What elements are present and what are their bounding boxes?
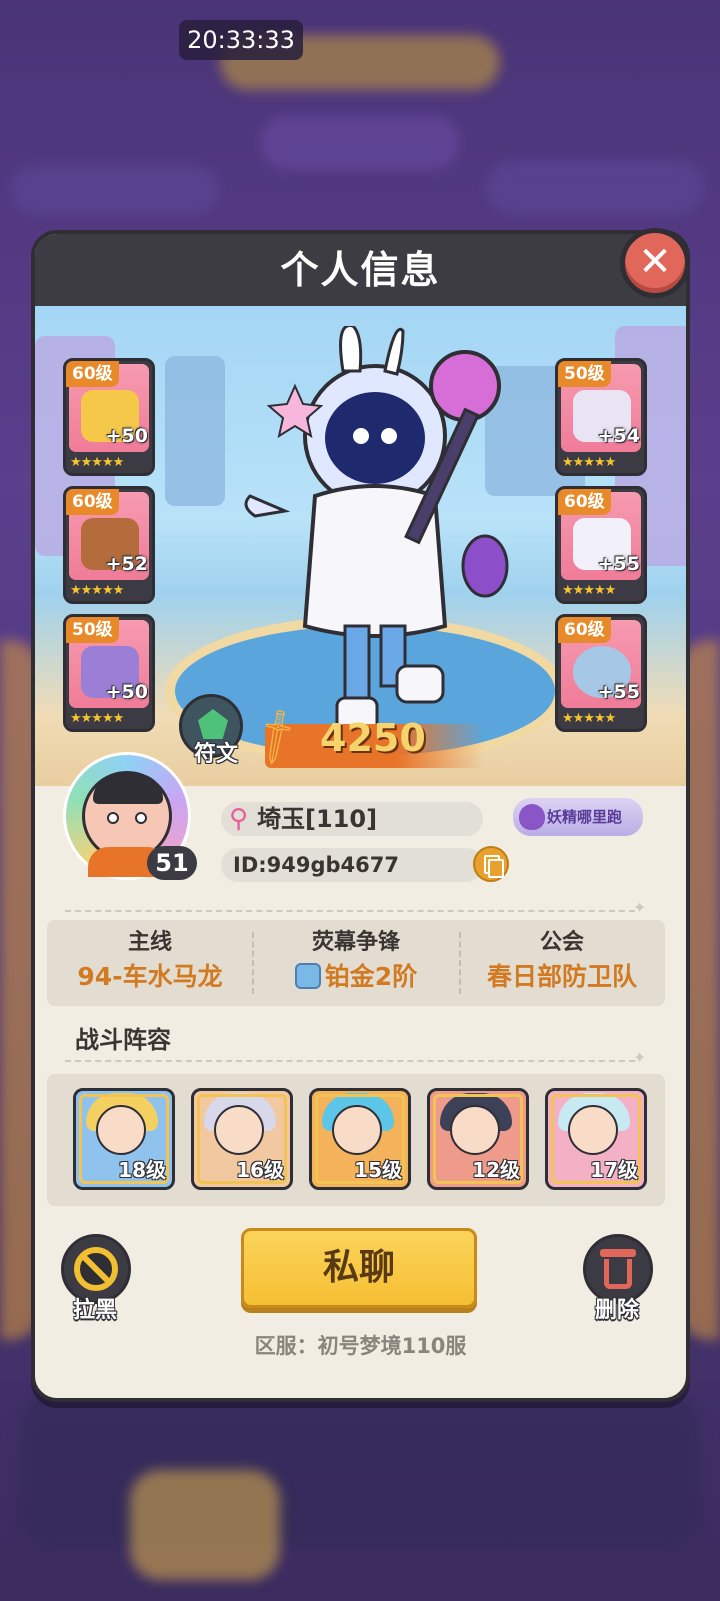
lineup-title: 战斗阵容 bbox=[75, 1026, 171, 1054]
delete-label: 删除 bbox=[594, 1298, 639, 1323]
equipment-level: 50级 bbox=[66, 617, 119, 643]
title-badge[interactable]: 妖精哪里跑 bbox=[511, 796, 645, 838]
hero-level: 16级 bbox=[236, 1158, 284, 1182]
stat-value: 春日部防卫队 bbox=[486, 962, 637, 991]
equipment-enhance: +55 bbox=[597, 553, 640, 575]
equipment-stars: ★★★★★ bbox=[562, 583, 616, 598]
equipment-stars: ★★★★★ bbox=[562, 711, 616, 726]
stat-value-text: 铂金2阶 bbox=[324, 962, 418, 991]
avatar-eye bbox=[107, 812, 119, 824]
equipment-stars: ★★★★★ bbox=[70, 455, 124, 470]
equipment-level: 60级 bbox=[66, 361, 119, 387]
equipment-enhance: +54 bbox=[597, 425, 640, 447]
lineup-hero-card[interactable]: 16级 bbox=[191, 1088, 293, 1190]
female-icon: ⚲ bbox=[229, 804, 249, 834]
equipment-enhance: +55 bbox=[597, 681, 640, 703]
lineup-panel: 18级 16级 15级 12级 17级 bbox=[47, 1074, 665, 1206]
status-clock: 20:33:33 bbox=[179, 20, 303, 60]
equipment-stars: ★★★★★ bbox=[70, 583, 124, 598]
background-gold-item bbox=[130, 1470, 280, 1580]
stat-value: 94-车水马龙 bbox=[77, 962, 223, 991]
private-chat-button[interactable]: 私聊 bbox=[241, 1228, 477, 1308]
hero-level: 17级 bbox=[590, 1158, 638, 1182]
equipment-slot-helmet[interactable]: 60级 +50 ★★★★★ bbox=[63, 358, 155, 476]
trash-icon bbox=[600, 1249, 636, 1257]
title-badge-text: 妖精哪里跑 bbox=[547, 808, 623, 826]
background-title bbox=[260, 115, 460, 170]
avatar-goggles bbox=[93, 774, 163, 804]
player-id: ID:949gb4677 bbox=[233, 853, 399, 877]
equipment-enhance: +50 bbox=[105, 681, 148, 703]
player-id-pill: ID:949gb4677 bbox=[221, 848, 483, 882]
equipment-slot-bracer[interactable]: 60级 +52 ★★★★★ bbox=[63, 486, 155, 604]
equipment-slot-accessory[interactable]: 60级 +55 ★★★★★ bbox=[555, 614, 647, 732]
divider-star-icon: ✦ bbox=[633, 898, 647, 917]
player-level-badge: 51 bbox=[147, 846, 197, 880]
lineup-hero-card[interactable]: 12级 bbox=[427, 1088, 529, 1190]
scene-building bbox=[165, 356, 225, 506]
lineup-hero-card[interactable]: 15级 bbox=[309, 1088, 411, 1190]
combat-power-value: 4250 bbox=[320, 716, 426, 760]
server-info: 区服：初号梦境110服 bbox=[254, 1334, 467, 1358]
stat-label: 荧幕争锋 bbox=[311, 930, 400, 955]
character-scene: 60级 +50 ★★★★★ 60级 +52 ★★★★★ 50级 +50 ★★★★… bbox=[35, 306, 686, 786]
equipment-stars: ★★★★★ bbox=[562, 455, 616, 470]
hero-level: 18级 bbox=[118, 1158, 166, 1182]
avatar-eye bbox=[135, 812, 147, 824]
background-panel-left bbox=[10, 165, 220, 215]
stats-panel: 主线 94-车水马龙 荧幕争锋 铂金2阶 公会 春日部防卫队 bbox=[47, 920, 665, 1006]
block-label: 拉黑 bbox=[72, 1298, 117, 1323]
hero-level: 15级 bbox=[354, 1158, 402, 1182]
stat-arena[interactable]: 荧幕争锋 铂金2阶 bbox=[253, 928, 459, 996]
background-panel-right bbox=[485, 160, 705, 215]
lineup-hero-card[interactable]: 17级 bbox=[545, 1088, 647, 1190]
player-name-pill: ⚲ 埼玉[110] bbox=[221, 802, 483, 836]
rank-badge-icon bbox=[294, 963, 321, 989]
hero-level: 12级 bbox=[472, 1158, 520, 1182]
lineup-hero-card[interactable]: 18级 bbox=[73, 1088, 175, 1190]
character-portrait[interactable] bbox=[225, 326, 515, 766]
equipment-level: 50级 bbox=[558, 361, 611, 387]
background-bottom-bar bbox=[20, 1395, 700, 1545]
equipment-slot-jacket[interactable]: 50级 +54 ★★★★★ bbox=[555, 358, 647, 476]
close-icon: ✕ bbox=[638, 239, 672, 285]
player-name: 埼玉[110] bbox=[257, 805, 378, 833]
dialog-header: 个人信息 bbox=[35, 234, 686, 306]
divider bbox=[65, 910, 635, 912]
block-icon bbox=[74, 1247, 118, 1291]
copy-id-button[interactable] bbox=[473, 846, 509, 882]
rune-gem-icon bbox=[198, 709, 228, 739]
equipment-slot-pants[interactable]: 60级 +55 ★★★★★ bbox=[555, 486, 647, 604]
profile-dialog: 个人信息 60级 +50 ★★★★★ 60级 +52 ★★★★★ 50级 +50… bbox=[31, 230, 690, 1402]
stat-label: 公会 bbox=[539, 930, 584, 955]
divider bbox=[65, 1060, 635, 1062]
divider-star-icon: ✦ bbox=[633, 1048, 647, 1067]
equipment-stars: ★★★★★ bbox=[70, 711, 124, 726]
close-button[interactable]: ✕ bbox=[620, 228, 690, 298]
equipment-slot-shoes[interactable]: 50级 +50 ★★★★★ bbox=[63, 614, 155, 732]
equipment-level: 60级 bbox=[558, 617, 611, 643]
eggplant-icon bbox=[519, 804, 545, 830]
dialog-title: 个人信息 bbox=[280, 248, 441, 292]
trash-icon-body bbox=[604, 1259, 632, 1289]
stat-mainline[interactable]: 主线 94-车水马龙 bbox=[47, 928, 253, 996]
stat-guild[interactable]: 公会 春日部防卫队 bbox=[459, 928, 665, 996]
stat-label: 主线 bbox=[127, 930, 172, 955]
equipment-enhance: +52 bbox=[105, 553, 148, 575]
rune-label: 符文 bbox=[193, 742, 238, 767]
stat-value: 铂金2阶 bbox=[253, 958, 459, 996]
equipment-level: 60级 bbox=[558, 489, 611, 515]
equipment-level: 60级 bbox=[66, 489, 119, 515]
equipment-enhance: +50 bbox=[105, 425, 148, 447]
